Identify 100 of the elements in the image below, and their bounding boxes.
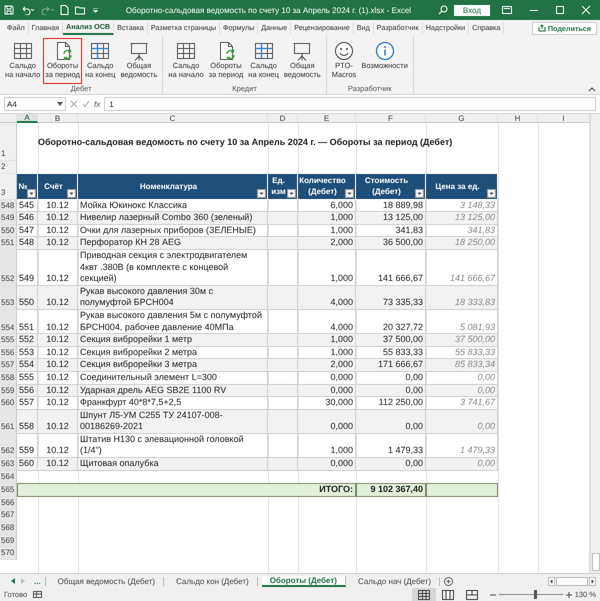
scrollbar-thumb[interactable] <box>592 553 600 571</box>
undo-icon[interactable] <box>20 5 34 15</box>
table-cell: 10.12 <box>38 286 78 310</box>
previous-sheet-icon[interactable] <box>10 578 16 584</box>
row-header[interactable]: 568 <box>0 522 17 535</box>
row-header[interactable]: 553 <box>0 286 17 310</box>
customize-caret-icon[interactable] <box>92 5 99 15</box>
column-heading: № <box>17 174 38 200</box>
row-header[interactable]: 1 <box>0 123 17 161</box>
search-icon[interactable] <box>438 5 448 15</box>
filter-dropdown-icon[interactable] <box>27 188 36 198</box>
row-header[interactable]: 560 <box>0 397 17 410</box>
row-header[interactable]: 566 <box>0 496 17 510</box>
row-header[interactable]: 549 <box>0 212 17 225</box>
table-cell: 0,000 <box>298 410 356 434</box>
column-heading: Количество (Дебет) <box>298 174 356 200</box>
table-cell: 85 833,34 <box>426 359 498 372</box>
filter-dropdown-icon[interactable] <box>487 188 496 198</box>
folder-icon[interactable] <box>75 5 86 15</box>
horizontal-scrollbar[interactable] <box>556 576 588 586</box>
filter-dropdown-icon[interactable] <box>345 188 354 198</box>
column-heading: Цена за ед. <box>426 174 498 200</box>
table-cell: 556 <box>17 384 38 398</box>
row-header[interactable]: 557 <box>0 359 17 372</box>
page-break-icon[interactable] <box>466 590 478 600</box>
table-cell: Секция виброрейки 3 метра <box>80 359 198 371</box>
row-header[interactable]: 564 <box>0 470 17 484</box>
table-cell: Секция виброрейки 2 метра <box>80 346 198 358</box>
row-header[interactable]: 558 <box>0 372 17 384</box>
sheet-tab[interactable]: Сальдо кон (Дебет) <box>168 576 258 586</box>
row-header[interactable]: 563 <box>0 458 17 471</box>
row-header[interactable]: 555 <box>0 334 17 347</box>
row-header[interactable]: 554 <box>0 310 17 334</box>
sheet-tab[interactable]: Сальдо нач (Дебет) <box>350 576 440 586</box>
page-layout-icon[interactable] <box>442 590 454 600</box>
name-box[interactable]: A4 <box>4 97 66 111</box>
row-header[interactable]: 567 <box>0 509 17 522</box>
normal-view-icon[interactable] <box>418 590 430 600</box>
share-icon <box>538 24 546 32</box>
row-header[interactable]: 3 <box>0 174 17 200</box>
column-header[interactable]: G <box>426 114 498 123</box>
grid-icon <box>12 40 34 62</box>
column-header[interactable]: B <box>38 114 78 123</box>
grid-icon <box>89 40 112 62</box>
column-header[interactable]: C <box>78 114 268 123</box>
more-sheets-button[interactable]: ... <box>30 576 46 586</box>
save-icon[interactable] <box>4 5 14 15</box>
table-cell: 0,00 <box>426 384 498 398</box>
column-header[interactable]: E <box>298 114 356 123</box>
table-cell: Мойка Юкинокс Классика <box>80 200 188 212</box>
row-header[interactable]: 559 <box>0 384 17 398</box>
zoom-in-icon[interactable] <box>566 592 572 598</box>
view-button[interactable] <box>412 588 436 601</box>
zoom-slider-thumb[interactable] <box>534 590 537 599</box>
scroll-right-icon[interactable] <box>589 576 596 586</box>
table-cell: 36 500,00 <box>356 237 426 250</box>
row-header[interactable]: 556 <box>0 346 17 360</box>
column-header[interactable]: H <box>498 114 538 123</box>
table-cell: Очки для лазерных приборов (ЗЕЛЕНЫЕ) <box>80 224 256 236</box>
column-header[interactable]: F <box>356 114 426 123</box>
filter-dropdown-icon[interactable] <box>415 188 424 198</box>
table-cell-text: Рукав высокого давления 5м с полумуфтой БРСН004, рабочее давление 40МПа <box>80 310 263 334</box>
row-header[interactable]: 562 <box>0 434 17 458</box>
table-cell-text: Рукав высокого давления 30м с полумуфтой БРСН004 <box>80 286 214 309</box>
table-cell: 10.12 <box>38 212 78 225</box>
row-header[interactable]: 548 <box>0 200 17 212</box>
new-file-icon[interactable] <box>60 5 69 15</box>
sheet-tab[interactable]: Общая ведомость (Дебет) <box>50 576 164 586</box>
add-sheet-icon[interactable] <box>444 576 453 586</box>
formula-field[interactable]: 1 <box>104 97 596 111</box>
table-cell: 0,00 <box>356 458 426 471</box>
table-cell-text: Приводная секция с электродвигателем 4квт .380В (в комплекте с концевой секцией) <box>80 250 248 285</box>
row-header[interactable]: 552 <box>0 250 17 286</box>
zoom-out-icon[interactable] <box>490 592 496 598</box>
macro-recording-icon[interactable] <box>33 590 44 598</box>
column-header[interactable]: D <box>268 114 298 123</box>
sheet-tab[interactable]: Обороты (Дебет) <box>262 576 346 586</box>
collapse-ribbon-icon[interactable] <box>588 87 596 92</box>
table-cell: Щитовая опалубка <box>80 458 159 470</box>
column-header[interactable]: A <box>17 114 38 123</box>
filter-dropdown-icon[interactable] <box>287 188 296 198</box>
row-header[interactable]: 550 <box>0 224 17 238</box>
filter-dropdown-icon[interactable] <box>67 188 76 198</box>
row-header[interactable]: 2 <box>0 161 17 174</box>
insert-function-button[interactable]: fx <box>94 100 100 108</box>
column-header[interactable]: I <box>538 114 590 123</box>
table-cell: 548 <box>17 237 38 250</box>
table-cell: 37 500,00 <box>356 334 426 347</box>
row-header[interactable]: 551 <box>0 237 17 250</box>
check-icon[interactable] <box>82 100 90 108</box>
row-header[interactable]: 565 <box>0 483 17 497</box>
scroll-left-icon[interactable] <box>548 576 555 586</box>
row-header[interactable]: 569 <box>0 534 17 548</box>
table-cell: 73 335,33 <box>356 286 426 310</box>
filter-dropdown-icon[interactable] <box>257 188 266 198</box>
sign-in-button[interactable]: Вход <box>454 4 490 16</box>
table-cell: 13 125,00 <box>426 212 498 225</box>
row-header[interactable]: 570 <box>0 547 17 560</box>
row-header[interactable]: 561 <box>0 410 17 434</box>
column-heading: Ед. изм <box>268 174 298 200</box>
